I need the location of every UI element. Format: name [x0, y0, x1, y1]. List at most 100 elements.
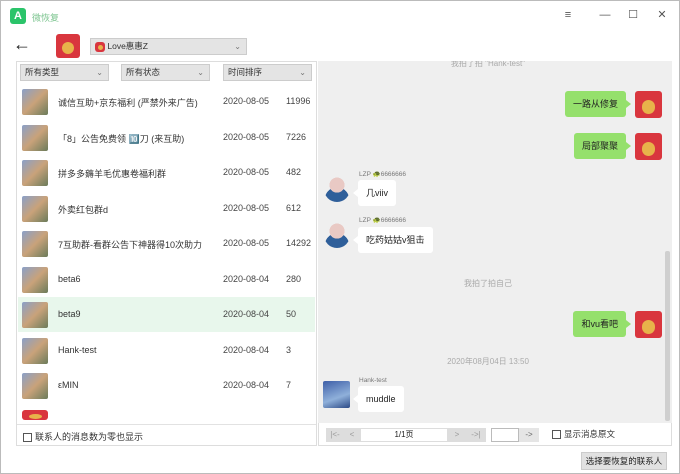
minimize-button[interactable]: — [594, 6, 616, 24]
message-count: 482 [286, 167, 302, 177]
page-input[interactable] [491, 428, 519, 442]
message-count: 50 [286, 309, 297, 319]
contact-avatar [22, 266, 48, 293]
my-avatar [635, 311, 662, 338]
account-avatar [56, 34, 80, 58]
show-raw-label: 显示消息原文 [564, 429, 616, 439]
next-page-button[interactable]: > [448, 428, 466, 442]
message-count: 7226 [286, 131, 307, 142]
contact-row[interactable]: beta6 2020-08-04 280 [18, 262, 315, 297]
contact-name: beta6 [58, 273, 81, 284]
chat-scrollbar[interactable] [665, 251, 670, 421]
contact-row[interactable]: Hank-test 2020-08-04 3 [18, 333, 315, 368]
contact-name: 诚信互助+京东福利 (严禁外来广告) [58, 98, 198, 108]
show-raw-checkbox[interactable] [552, 430, 561, 440]
partial-avatar [22, 410, 48, 420]
status-filter[interactable]: 所有状态 ⌄ [121, 64, 210, 81]
pagination-bar: |<- < 1/1页 > ->| -> 显示消息原文 [318, 423, 672, 446]
contact-date: 2020-08-05 [223, 96, 270, 106]
contact-date: 2020-08-05 [223, 131, 270, 142]
lzp-avatar [324, 222, 350, 248]
app-window: A 微恢复 ≡ — ☐ ✕ ← Love惠惠Z ⌄ 所有类型 ⌄ 所有状态 ⌄ 时间… [0, 0, 680, 474]
contact-avatar [22, 373, 48, 399]
lzp-avatar [324, 176, 350, 202]
chevron-down-icon: ⌄ [96, 68, 103, 77]
account-select[interactable]: Love惠惠Z ⌄ [90, 38, 247, 55]
status-filter-label: 所有状态 [126, 67, 161, 77]
go-page-button[interactable]: -> [519, 428, 539, 442]
contact-date: 2020-08-05 [223, 202, 270, 213]
message-count: 14292 [286, 238, 312, 248]
message-count: 612 [286, 202, 302, 213]
contact-date: 2020-08-04 [223, 273, 270, 284]
message-bubble: 几viiv [353, 180, 396, 206]
message-timestamp: 2020年08月04日 13:50 [447, 357, 529, 366]
contact-date: 2020-08-05 [223, 238, 270, 248]
message-count: 11996 [286, 96, 311, 106]
contact-name: εMIN [58, 380, 79, 390]
chevron-down-icon: ⌄ [197, 68, 204, 77]
type-filter-label: 所有类型 [25, 67, 60, 77]
contact-row[interactable]: 诚信互助+京东福利 (严禁外来广告) 2020-08-05 11996 [18, 84, 315, 119]
hank-avatar [323, 381, 350, 408]
my-avatar [635, 91, 662, 118]
contact-name: beta9 [58, 309, 81, 319]
contact-row[interactable]: 「8」公告免费领 🔟刀 (来互助) 2020-08-05 7226 [18, 120, 315, 155]
sender-name: LZP 🐢6666666 [359, 217, 407, 224]
chevron-down-icon: ⌄ [299, 68, 306, 77]
account-mini-avatar [95, 41, 105, 52]
maximize-button[interactable]: ☐ [622, 6, 644, 24]
contact-avatar [22, 160, 48, 186]
message-count: 3 [286, 344, 292, 355]
contact-row[interactable]: εMIN 2020-08-04 7 [18, 368, 315, 403]
contact-row[interactable]: beta9 2020-08-04 50 [18, 297, 315, 332]
message-bubble: 一路从修复 [564, 91, 632, 117]
message-count: 280 [286, 273, 302, 284]
contact-name: 「8」公告免费领 🔟刀 (来互助) [58, 133, 185, 144]
show-zero-checkbox[interactable] [23, 433, 32, 443]
contact-avatar [22, 195, 48, 222]
last-page-button[interactable]: ->| [466, 428, 486, 442]
system-message: 我拍了拍自己 [464, 279, 512, 288]
sender-name: Hank-test [359, 377, 387, 384]
app-logo: A [10, 8, 26, 24]
sort-filter[interactable]: 时间排序 ⌄ [223, 64, 312, 81]
close-button[interactable]: ✕ [651, 6, 673, 24]
sender-name: LZP 🐢6666666 [359, 171, 407, 178]
show-zero-option[interactable]: 联系人的消息数为零也显示 [17, 424, 316, 448]
chat-panel: 我拍了拍 "Hank-test" 一路从修复 局部聚聚 LZP 🐢6666666… [318, 61, 672, 423]
contact-avatar [22, 337, 48, 364]
select-contact-button[interactable]: 选择要恢复的联系人 [581, 452, 667, 470]
menu-icon[interactable]: ≡ [557, 6, 579, 24]
app-title: 微恢复 [32, 13, 60, 23]
contact-avatar [22, 89, 48, 115]
contact-date: 2020-08-05 [223, 167, 270, 177]
contact-avatar [22, 302, 48, 328]
contact-row[interactable]: 拼多多薅羊毛优惠卷福利群 2020-08-05 482 [18, 155, 315, 190]
contact-name: 外卖红包群d [58, 204, 109, 215]
contact-name: Hank-test [58, 344, 97, 355]
contact-row[interactable]: 外卖红包群d 2020-08-05 612 [18, 191, 315, 226]
account-name: Love惠惠Z [107, 41, 148, 51]
message-bubble: 吃药姑姑v狙击 [353, 227, 433, 253]
contact-date: 2020-08-04 [223, 344, 270, 355]
message-bubble: muddle [353, 386, 404, 412]
message-bubble: 和vu看吧 [573, 311, 631, 337]
prev-page-button[interactable]: < [344, 428, 360, 442]
contact-avatar [22, 231, 48, 257]
back-arrow-icon[interactable]: ← [13, 34, 31, 55]
sort-filter-label: 时间排序 [228, 67, 263, 77]
page-indicator: 1/1页 [360, 428, 448, 442]
message-bubble: 局部聚聚 [573, 133, 632, 159]
contact-panel: 所有类型 ⌄ 所有状态 ⌄ 时间排序 ⌄ 诚信互助+京东福利 (严禁外来广告) 202… [16, 61, 317, 446]
contact-avatar [22, 124, 48, 151]
system-message: 我拍了拍 "Hank-test" [450, 61, 526, 68]
type-filter[interactable]: 所有类型 ⌄ [20, 64, 109, 81]
contact-row[interactable]: 7互助群-看群公告下神器得10次助力 2020-08-05 14292 [18, 226, 315, 261]
show-raw-option[interactable]: 显示消息原文 [552, 428, 615, 440]
message-count: 7 [286, 380, 292, 390]
contact-date: 2020-08-04 [223, 380, 270, 390]
chevron-down-icon: ⌄ [234, 42, 241, 51]
first-page-button[interactable]: |<- [326, 428, 344, 442]
my-avatar [635, 133, 662, 160]
